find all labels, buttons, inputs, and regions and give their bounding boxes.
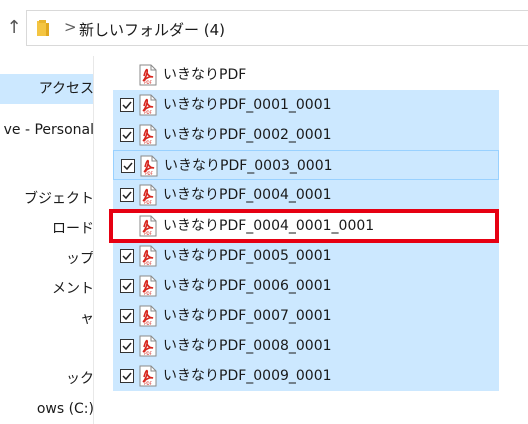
file-row[interactable]: PDF いきなりPDF_0009_0001 (113, 361, 499, 391)
pdf-file-icon: PDF (139, 335, 157, 357)
pdf-file-icon: PDF (139, 245, 157, 267)
row-checkbox[interactable] (120, 339, 134, 353)
nav-item-desktop[interactable]: ップ (0, 244, 93, 274)
breadcrumb-chevron: > (64, 18, 77, 36)
navigation-pane: アクセス ve - Personal ブジェクト ロード ップ メント ャ ック… (0, 56, 94, 424)
svg-text:PDF: PDF (144, 80, 152, 85)
file-name: いきなりPDF_0006_0001 (163, 278, 332, 294)
file-name: いきなりPDF_0008_0001 (163, 338, 332, 354)
file-name: いきなりPDF_0003_0001 (164, 158, 333, 174)
address-bar-area: ↑ > 新しいフォルダー (4) (0, 0, 528, 56)
nav-item-drive-c[interactable]: ows (C:) (0, 394, 93, 424)
file-name: いきなりPDF_0007_0001 (163, 308, 332, 324)
row-checkbox[interactable] (120, 309, 134, 323)
nav-item-pictures[interactable]: ャ (0, 304, 93, 334)
file-row[interactable]: PDF いきなりPDF_0002_0001 (113, 120, 499, 150)
file-name: いきなりPDF_0004_0001_0001 (163, 218, 375, 234)
nav-item-3d-objects[interactable]: ブジェクト (0, 184, 93, 214)
row-checkbox[interactable] (120, 219, 134, 233)
breadcrumb-folder[interactable]: 新しいフォルダー (4) (79, 19, 225, 40)
nav-item-quick-access[interactable]: アクセス (0, 74, 93, 104)
pdf-file-icon: PDF (139, 124, 157, 146)
svg-text:PDF: PDF (145, 171, 153, 176)
pdf-file-icon: PDF (139, 305, 157, 327)
svg-text:PDF: PDF (144, 351, 152, 356)
row-checkbox[interactable] (120, 188, 134, 202)
svg-text:PDF: PDF (144, 321, 152, 326)
file-row[interactable]: PDF いきなりPDF_0001_0001 (113, 90, 499, 120)
svg-text:PDF: PDF (144, 261, 152, 266)
nav-item-documents[interactable]: メント (0, 274, 93, 304)
row-checkbox[interactable] (120, 98, 134, 112)
file-name: いきなりPDF_0002_0001 (163, 127, 332, 143)
row-checkbox[interactable] (120, 128, 134, 142)
row-checkbox[interactable] (121, 159, 135, 173)
pdf-file-icon: PDF (140, 155, 158, 177)
file-row[interactable]: PDF いきなりPDF_0007_0001 (113, 301, 499, 331)
file-row[interactable]: PDF いきなりPDF_0004_0001 (113, 180, 499, 210)
file-name: いきなりPDF (163, 67, 247, 83)
folder-icon (37, 20, 49, 36)
nav-item-downloads[interactable]: ロード (0, 214, 93, 244)
file-name: いきなりPDF_0009_0001 (163, 368, 332, 384)
row-checkbox[interactable] (120, 279, 134, 293)
file-row[interactable]: PDF いきなりPDF_0003_0001 (113, 150, 499, 180)
up-arrow-icon[interactable]: ↑ (3, 17, 25, 39)
file-name: いきなりPDF_0001_0001 (163, 97, 332, 113)
svg-text:PDF: PDF (144, 110, 152, 115)
file-row[interactable]: PDF いきなりPDF (113, 60, 499, 90)
svg-text:PDF: PDF (144, 231, 152, 236)
file-row[interactable]: PDF いきなりPDF_0005_0001 (113, 241, 499, 271)
row-checkbox[interactable] (120, 369, 134, 383)
svg-text:PDF: PDF (144, 381, 152, 386)
row-checkbox[interactable] (120, 249, 134, 263)
nav-item-music[interactable]: ック (0, 364, 93, 394)
nav-item-onedrive[interactable]: ve - Personal (0, 115, 93, 145)
svg-text:PDF: PDF (144, 200, 152, 205)
file-row[interactable]: PDF いきなりPDF_0006_0001 (113, 271, 499, 301)
file-name: いきなりPDF_0004_0001 (163, 187, 332, 203)
svg-text:PDF: PDF (144, 140, 152, 145)
pdf-file-icon: PDF (139, 64, 157, 86)
address-bar[interactable]: > 新しいフォルダー (4) (26, 10, 528, 46)
pdf-file-icon: PDF (139, 184, 157, 206)
pdf-file-icon: PDF (139, 94, 157, 116)
file-name: いきなりPDF_0005_0001 (163, 248, 332, 264)
pdf-file-icon: PDF (139, 365, 157, 387)
file-row[interactable]: PDF いきなりPDF_0008_0001 (113, 331, 499, 361)
pdf-file-icon: PDF (139, 215, 157, 237)
svg-text:PDF: PDF (144, 291, 152, 296)
file-row-highlighted[interactable]: PDF いきなりPDF_0004_0001_0001 (113, 211, 499, 241)
pdf-file-icon: PDF (139, 275, 157, 297)
